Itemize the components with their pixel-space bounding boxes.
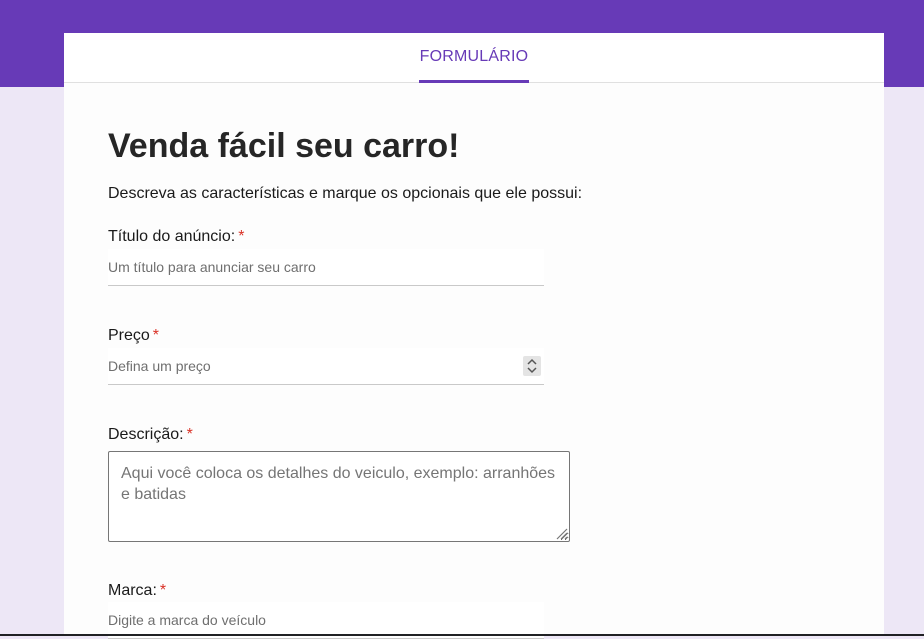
descricao-label: Descrição: * bbox=[108, 426, 193, 444]
required-asterisk: * bbox=[238, 228, 245, 245]
chevron-down-icon bbox=[527, 367, 537, 374]
required-asterisk: * bbox=[159, 582, 167, 599]
marca-label: Marca: * bbox=[108, 582, 166, 600]
required-asterisk: * bbox=[152, 327, 160, 344]
form-description: Descreva as características e marque os … bbox=[108, 185, 583, 202]
active-tab-indicator bbox=[419, 80, 529, 83]
preco-input[interactable] bbox=[108, 348, 544, 385]
descricao-label-text: Descrição: bbox=[108, 426, 184, 443]
descricao-textarea[interactable] bbox=[108, 451, 570, 542]
preco-label: Preço * bbox=[108, 327, 159, 345]
resize-grip-icon[interactable] bbox=[554, 526, 568, 540]
titulo-input[interactable] bbox=[108, 249, 544, 286]
titulo-label-text: Título do anúncio: bbox=[108, 228, 236, 245]
required-asterisk: * bbox=[186, 426, 193, 443]
up-down-chevrons-icon[interactable] bbox=[523, 356, 541, 376]
preco-label-text: Preço bbox=[108, 327, 150, 344]
tab-label: FORMULÁRIO bbox=[419, 48, 529, 65]
form-card: FORMULÁRIO Venda fácil seu carro! Descre… bbox=[64, 33, 884, 639]
titulo-label: Título do anúncio: * bbox=[108, 228, 244, 246]
marca-label-text: Marca: bbox=[108, 582, 157, 599]
tab-bar: FORMULÁRIO bbox=[64, 33, 884, 83]
tab-formulario[interactable]: FORMULÁRIO bbox=[419, 33, 529, 83]
page-title: Venda fácil seu carro! bbox=[108, 127, 460, 165]
chevron-up-icon bbox=[527, 358, 537, 365]
